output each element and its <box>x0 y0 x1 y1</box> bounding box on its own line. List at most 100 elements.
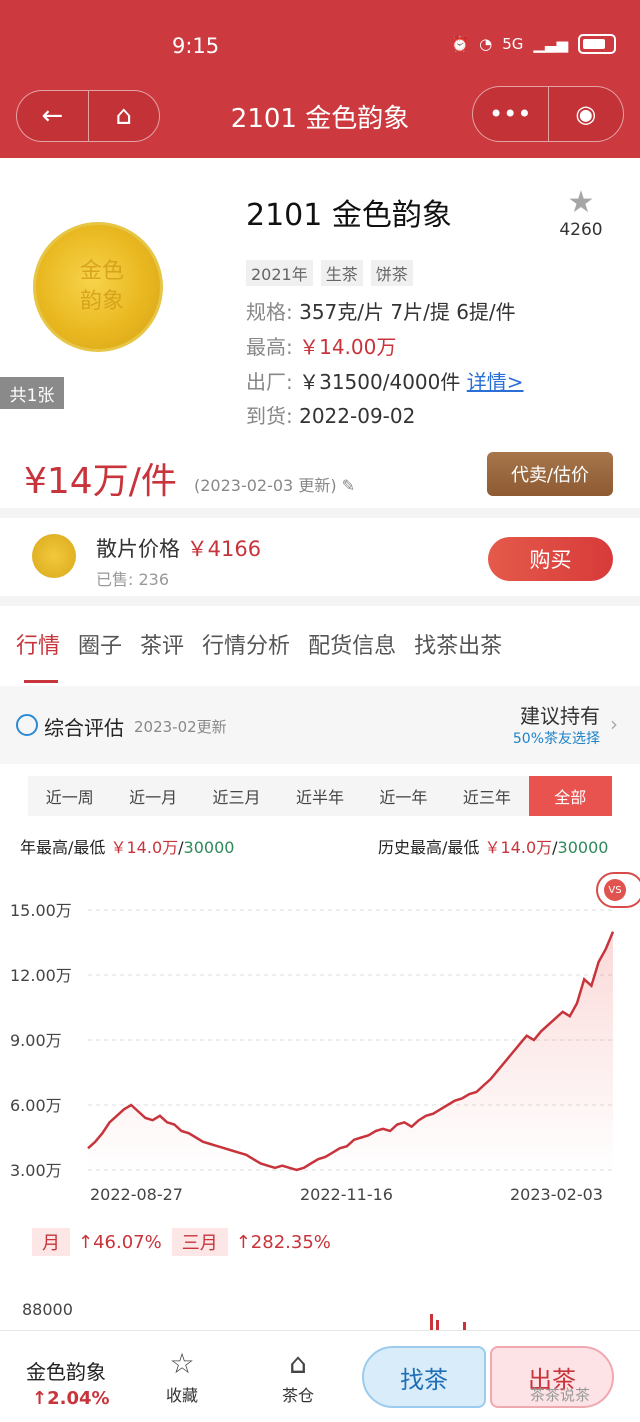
trend-icon <box>16 714 38 736</box>
star-icon: ★ <box>567 185 595 220</box>
change-row: 月 ↑46.07% 三月 ↑282.35% <box>32 1228 331 1256</box>
watermark: 茶茶说茶 <box>530 1386 591 1404</box>
star-outline-icon: ☆ <box>169 1347 195 1380</box>
price-area <box>88 931 613 1170</box>
high-row: 最高: ￥14.00万 <box>246 331 396 360</box>
more-dots-icon[interactable]: ••• <box>473 87 549 141</box>
tag-type: 生茶 <box>320 260 363 286</box>
factory-key: 出厂: <box>246 370 293 394</box>
buy-button[interactable]: 购买 <box>488 537 613 581</box>
arrive-row: 到货: 2022-09-02 <box>246 400 415 429</box>
vs-icon: VS <box>604 879 626 901</box>
find-tea-button[interactable]: 找茶 <box>362 1346 486 1408</box>
y-tick-label: 6.00万 <box>10 1096 62 1115</box>
range-year[interactable]: 近一年 <box>362 776 445 816</box>
tag-year: 2021年 <box>246 260 313 286</box>
y-tick-label: 9.00万 <box>10 1031 62 1050</box>
price-chart[interactable]: 15.00万 12.00万 9.00万 6.00万 3.00万 2022-08-27 202… <box>0 870 640 1210</box>
wifi-icon: ◔ <box>479 35 493 53</box>
range-selector: 近一周 近一月 近三月 近半年 近一年 近三年 全部 <box>28 776 612 816</box>
y-tick-label: 15.00万 <box>10 901 72 920</box>
tab-analysis[interactable]: 行情分析 <box>202 628 290 660</box>
tab-market[interactable]: 行情 <box>16 628 60 660</box>
price-date: (2023-02-03 更新) ✎ <box>194 472 355 496</box>
volume-bars <box>430 1314 466 1330</box>
bottom-change: ↑2.04% <box>32 1388 110 1409</box>
high-value: ￥14.00万 <box>299 335 397 359</box>
range-3year[interactable]: 近三年 <box>445 776 528 816</box>
month-change: ↑46.07% <box>78 1231 162 1253</box>
loose-price-row: 散片价格 ￥4166 <box>96 533 261 563</box>
range-halfyear[interactable]: 近半年 <box>278 776 361 816</box>
range-month[interactable]: 近一月 <box>111 776 194 816</box>
sold-count: 已售: 236 <box>96 570 170 589</box>
status-time: 9:15 <box>172 34 220 58</box>
target-icon[interactable]: ◉ <box>549 87 624 141</box>
favorite-tab[interactable]: ☆ 收藏 <box>152 1346 212 1406</box>
quarter-pill: 三月 <box>171 1228 228 1256</box>
edit-icon[interactable]: ✎ <box>342 476 355 495</box>
year-highlow: 年最高/最低 ￥14.0万/30000 <box>20 834 234 858</box>
arrive-key: 到货: <box>246 404 293 428</box>
spec-row: 规格: 357克/片 7片/提 6提/件 <box>246 296 516 325</box>
favorite-tab-label: 收藏 <box>165 1386 198 1405</box>
warehouse-tab[interactable]: ⌂ 茶仓 <box>268 1346 328 1406</box>
arrive-value: 2022-09-02 <box>299 404 416 428</box>
tab-review[interactable]: 茶评 <box>140 628 184 660</box>
tag-form: 饼茶 <box>370 260 413 286</box>
loose-cake-image <box>32 534 76 578</box>
product-tags: 2021年 生茶 饼茶 <box>246 260 413 286</box>
favorite-button[interactable]: ★ 4260 <box>558 185 604 241</box>
range-3month[interactable]: 近三月 <box>195 776 278 816</box>
factory-value: ￥31500/4000件 <box>299 370 461 394</box>
signal-label: 5G <box>502 35 524 53</box>
divider <box>0 508 640 518</box>
warehouse-tab-label: 茶仓 <box>281 1386 314 1405</box>
compare-button[interactable]: VS <box>596 872 640 908</box>
sell-estimate-button[interactable]: 代卖/估价 <box>487 452 613 496</box>
year-hl-label: 年最高/最低 <box>20 838 106 857</box>
y-tick-label: 12.00万 <box>10 966 72 985</box>
price-date-text: (2023-02-03 更新) <box>194 476 337 495</box>
divider <box>0 596 640 606</box>
product-image[interactable] <box>33 222 163 352</box>
volume-bar <box>436 1320 439 1330</box>
battery-icon <box>578 34 616 54</box>
factory-row: 出厂: ￥31500/4000件 详情> <box>246 366 524 395</box>
high-key: 最高: <box>246 335 293 359</box>
suggest-label: 建议持有 <box>520 704 600 728</box>
x-tick-label: 2022-11-16 <box>300 1185 393 1204</box>
bottom-product-name: 金色韵象 <box>26 1360 106 1384</box>
status-icons: ⏰ ◔ 5G ▁▃▅ <box>450 34 616 54</box>
factory-detail-link[interactable]: 详情> <box>467 370 524 394</box>
product-title: 2101 金色韵象 <box>246 198 452 233</box>
x-tick-label: 2023-02-03 <box>510 1185 603 1204</box>
loose-price-label: 散片价格 <box>96 537 180 561</box>
chevron-right-icon[interactable]: › <box>610 712 618 736</box>
year-high: ￥14.0万 <box>110 838 179 857</box>
hist-low: 30000 <box>557 838 609 857</box>
year-low: 30000 <box>183 838 235 857</box>
spec-key: 规格: <box>246 300 293 324</box>
spec-value: 357克/片 7片/提 6提/件 <box>299 300 516 324</box>
evaluation-title: 综合评估 <box>44 716 124 740</box>
y-tick-label: 3.00万 <box>10 1161 62 1180</box>
range-all[interactable]: 全部 <box>528 776 612 816</box>
volume-bar <box>463 1322 466 1330</box>
hist-hl-label: 历史最高/最低 <box>378 838 480 857</box>
content-tabs: 行情 圈子 茶评 行情分析 配货信息 找茶出茶 <box>16 628 502 660</box>
tab-allocation[interactable]: 配货信息 <box>308 628 396 660</box>
favorite-count: 4260 <box>559 220 603 240</box>
nav-right-group: ••• ◉ <box>472 86 624 142</box>
tab-find-sell[interactable]: 找茶出茶 <box>414 628 502 660</box>
tab-active-indicator <box>24 680 58 683</box>
hist-high: ￥14.0万 <box>484 838 553 857</box>
volume-bar <box>430 1314 433 1330</box>
suggest-sub: 50%茶友选择 <box>512 731 600 747</box>
main-price: ¥14万/件 <box>24 461 177 502</box>
alarm-icon: ⏰ <box>450 35 470 53</box>
x-tick-label: 2022-08-27 <box>90 1185 183 1204</box>
tab-circle[interactable]: 圈子 <box>78 628 122 660</box>
quarter-change: ↑282.35% <box>235 1231 331 1253</box>
range-week[interactable]: 近一周 <box>28 776 111 816</box>
